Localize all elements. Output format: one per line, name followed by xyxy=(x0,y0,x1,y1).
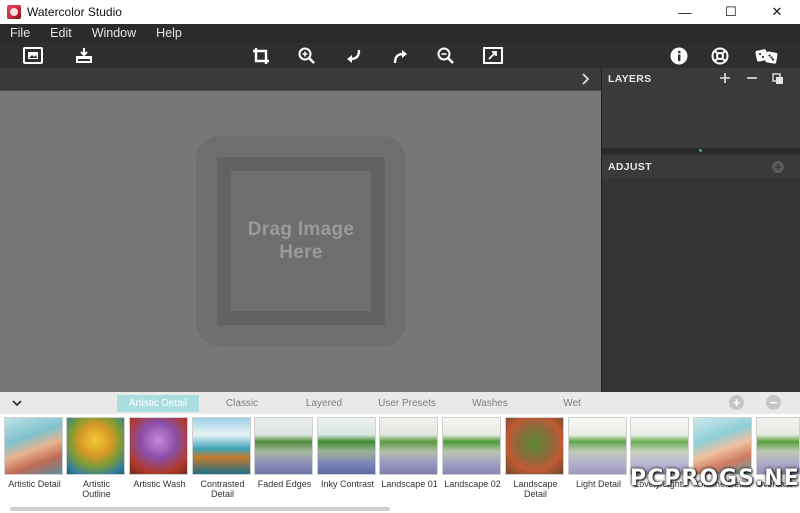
preset-label: Artistic Wash xyxy=(133,479,186,489)
app-window: Watercolor Studio — ☐ ✕ File Edit Window… xyxy=(0,0,800,513)
menu-edit[interactable]: Edit xyxy=(40,24,82,43)
splitter-handle-icon xyxy=(699,149,702,152)
window-controls: — ☐ ✕ xyxy=(662,0,800,24)
open-image-icon[interactable] xyxy=(23,46,43,66)
preset-thumbnail-image xyxy=(192,417,251,475)
redo-icon[interactable] xyxy=(390,46,410,66)
tab-wet[interactable]: Wet xyxy=(533,395,611,412)
preset-label: Contrasted Detail xyxy=(200,479,245,499)
chevron-right-icon[interactable] xyxy=(579,71,593,87)
tab-user-presets[interactable]: User Presets xyxy=(366,395,448,412)
adjust-title: ADJUST xyxy=(608,161,652,173)
maximize-button[interactable]: ☐ xyxy=(708,0,754,24)
adjust-panel-body xyxy=(602,178,800,392)
drop-zone-text: Drag Image Here xyxy=(247,219,355,263)
zoom-in-icon[interactable] xyxy=(297,46,317,66)
menu-file[interactable]: File xyxy=(0,24,40,43)
duplicate-layer-icon[interactable] xyxy=(772,72,784,90)
preset-thumbnail-image xyxy=(4,417,63,475)
undo-icon[interactable] xyxy=(344,46,364,66)
menu-help[interactable]: Help xyxy=(146,24,192,43)
right-panel: LAYERS ADJUST xyxy=(601,68,800,392)
window-title: Watercolor Studio xyxy=(27,5,122,19)
menu-window[interactable]: Window xyxy=(82,24,146,43)
zoom-out-icon[interactable] xyxy=(436,46,456,66)
drop-zone-inner: Drag Image Here xyxy=(231,171,371,311)
preset-thumbnail-image xyxy=(568,417,627,475)
fit-screen-icon[interactable] xyxy=(483,46,503,66)
preset-artistic-detail[interactable]: Artistic Detail xyxy=(4,417,65,489)
horizontal-scrollbar[interactable] xyxy=(10,507,390,511)
remove-preset-icon[interactable]: − xyxy=(766,395,781,410)
preset-label: Artistic Detail xyxy=(8,479,61,489)
preset-artistic-wash[interactable]: Artistic Wash xyxy=(129,417,190,489)
presets-tab-bar: Artistic Detail Classic Layered User Pre… xyxy=(0,392,800,414)
watermark: PCPROGS.NET xyxy=(630,466,800,491)
preset-landscape-02[interactable]: Landscape 02 xyxy=(442,417,503,489)
title-bar: Watercolor Studio — ☐ ✕ xyxy=(0,0,800,24)
info-icon[interactable] xyxy=(669,46,689,66)
add-layer-icon[interactable] xyxy=(718,71,732,90)
add-preset-icon[interactable]: + xyxy=(729,395,744,410)
preset-thumbnail-image xyxy=(66,417,125,475)
preset-thumbnail-image xyxy=(254,417,313,475)
help-lifebuoy-icon[interactable] xyxy=(710,46,730,66)
preset-light-detail[interactable]: Light Detail xyxy=(568,417,629,489)
close-button[interactable]: ✕ xyxy=(754,0,800,24)
preset-thumbnail-image xyxy=(379,417,438,475)
chevron-down-icon[interactable] xyxy=(10,396,24,410)
random-dice-icon[interactable] xyxy=(754,46,780,66)
layers-header: LAYERS xyxy=(602,68,800,90)
image-canvas[interactable]: Drag Image Here xyxy=(0,91,601,392)
canvas-header xyxy=(0,68,601,91)
preset-faded-edges[interactable]: Faded Edges xyxy=(254,417,315,489)
tab-washes[interactable]: Washes xyxy=(451,395,529,412)
app-logo-icon xyxy=(7,5,21,19)
preset-artistic-outline[interactable]: Artistic Outline xyxy=(66,417,127,499)
preset-thumbnail-image xyxy=(317,417,376,475)
preset-thumbnails: Artistic Detail Artistic Outline Artisti… xyxy=(0,414,800,513)
preset-thumbnail-image xyxy=(505,417,564,475)
menu-bar: File Edit Window Help xyxy=(0,24,800,43)
adjust-header: ADJUST xyxy=(602,156,800,178)
preset-label: Faded Edges xyxy=(257,479,312,489)
minimize-button[interactable]: — xyxy=(662,0,708,24)
tab-classic[interactable]: Classic xyxy=(203,395,281,412)
preset-landscape-detail[interactable]: Landscape Detail xyxy=(505,417,566,499)
crop-icon[interactable] xyxy=(251,46,271,66)
remove-layer-icon[interactable] xyxy=(745,71,759,90)
tab-artistic-detail[interactable]: Artistic Detail xyxy=(117,395,199,412)
save-export-icon[interactable] xyxy=(74,46,94,66)
tab-layered[interactable]: Layered xyxy=(285,395,363,412)
preset-label: Landscape 01 xyxy=(381,479,438,489)
toolbar xyxy=(0,43,800,68)
preset-label: Landscape 02 xyxy=(444,479,501,489)
preset-inky-contrast[interactable]: Inky Contrast xyxy=(317,417,378,489)
adjust-settings-icon[interactable] xyxy=(771,160,785,179)
drop-zone[interactable]: Drag Image Here xyxy=(196,136,406,346)
preset-label: Landscape Detail xyxy=(513,479,558,499)
layers-list[interactable] xyxy=(602,90,800,148)
preset-thumbnail-image xyxy=(442,417,501,475)
preset-label: Inky Contrast xyxy=(320,479,375,489)
preset-label: Light Detail xyxy=(575,479,622,489)
panel-splitter[interactable] xyxy=(602,148,800,154)
preset-thumbnail-image xyxy=(129,417,188,475)
drop-zone-border: Drag Image Here xyxy=(217,157,385,325)
layers-title: LAYERS xyxy=(608,73,652,85)
preset-label: Artistic Outline xyxy=(82,479,111,499)
preset-contrasted-detail[interactable]: Contrasted Detail xyxy=(192,417,253,499)
preset-landscape-01[interactable]: Landscape 01 xyxy=(379,417,440,489)
